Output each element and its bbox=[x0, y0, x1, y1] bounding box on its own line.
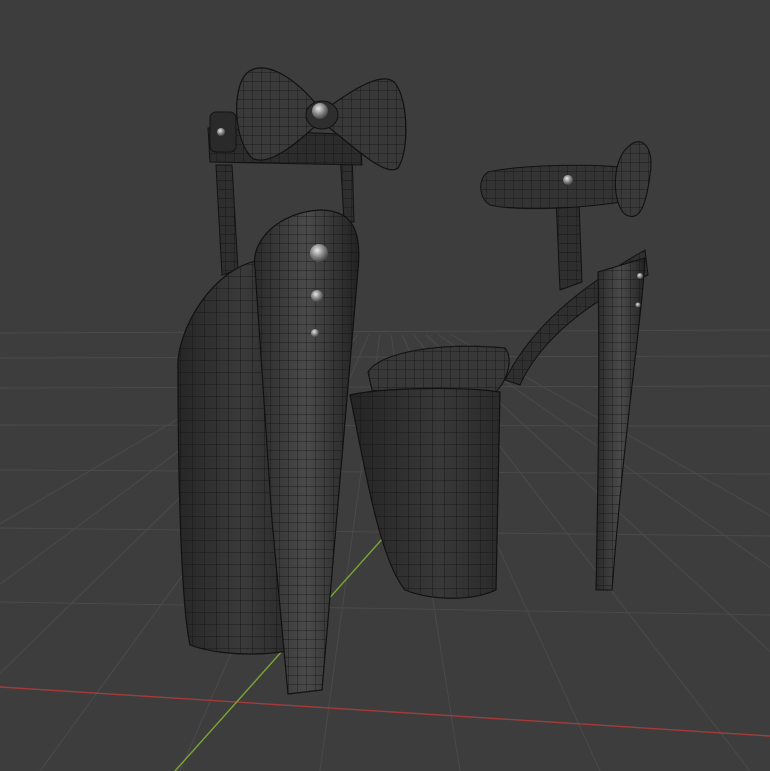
x-axis-line bbox=[0, 686, 770, 737]
viewport-canvas[interactable] bbox=[0, 0, 770, 771]
strap-stud-icon bbox=[563, 175, 573, 185]
heel-stud-icon bbox=[311, 290, 323, 302]
heel-stud-icon bbox=[310, 244, 328, 262]
floor-grid-line bbox=[0, 355, 770, 359]
platform-sandal-side-view[interactable] bbox=[349, 141, 652, 599]
bow-stud-icon bbox=[312, 103, 328, 119]
3d-viewport[interactable] bbox=[0, 0, 770, 771]
heel-stud-icon bbox=[311, 329, 319, 337]
floor-grid-line bbox=[0, 601, 770, 616]
floor-grid-line bbox=[0, 329, 770, 334]
